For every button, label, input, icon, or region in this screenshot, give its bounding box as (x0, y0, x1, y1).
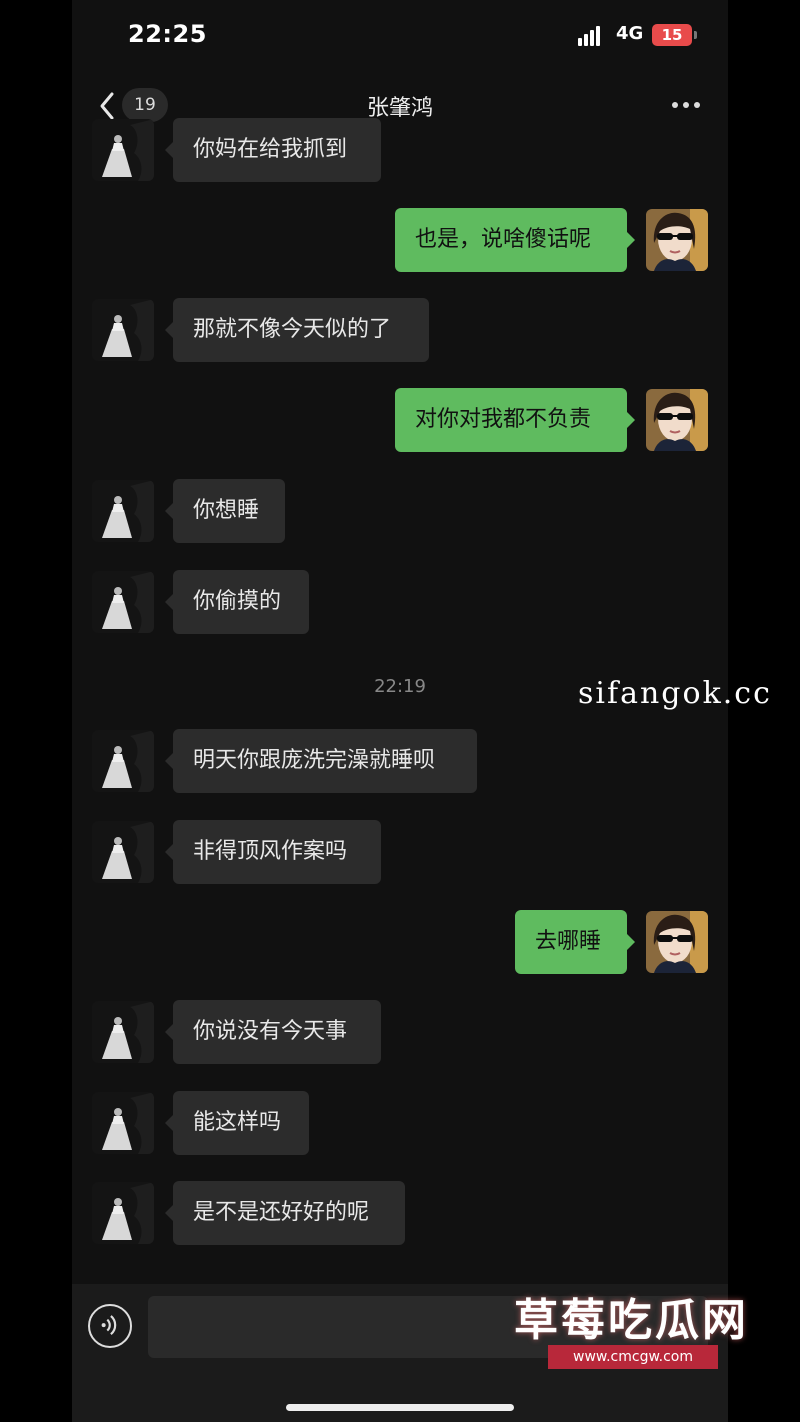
message-bubble[interactable]: 那就不像今天似的了 (165, 298, 429, 362)
message-bubble[interactable]: 去哪睡 (515, 910, 635, 974)
message-bubble[interactable]: 你偷摸的 (165, 570, 309, 634)
message-bubble[interactable]: 是不是还好好的呢 (165, 1181, 405, 1245)
message-bubble[interactable]: 明天你跟庞洗完澡就睡呗 (165, 729, 477, 793)
message-bubble[interactable]: 也是，说啥傻话呢 (395, 208, 635, 272)
contact-avatar[interactable] (92, 821, 154, 883)
message-bubble[interactable]: 你妈在给我抓到 (165, 118, 381, 182)
my-avatar[interactable] (646, 389, 708, 451)
contact-avatar[interactable] (92, 480, 154, 542)
signal-icon (578, 24, 608, 46)
watermark-url: www.cmcgw.com (548, 1345, 718, 1369)
more-options-icon[interactable] (672, 102, 700, 110)
incoming-message: 是不是还好好的呢 (72, 1181, 728, 1245)
chat-screen: 22:25 4G 15 19 张肇鸿 你妈在给我抓到 也是，说啥傻话呢 那就不像今天… (72, 0, 728, 1422)
message-bubble[interactable]: 对你对我都不负责 (395, 388, 635, 452)
contact-avatar[interactable] (92, 1092, 154, 1154)
contact-avatar[interactable] (92, 1182, 154, 1244)
incoming-message: 能这样吗 (72, 1091, 728, 1155)
voice-input-icon[interactable] (88, 1304, 132, 1348)
incoming-message: 那就不像今天似的了 (72, 298, 728, 362)
incoming-message: 你想睡 (72, 479, 728, 543)
message-bubble[interactable]: 非得顶风作案吗 (165, 820, 381, 884)
status-bar: 22:25 4G 15 (72, 0, 728, 70)
network-type: 4G (616, 23, 644, 44)
watermark-brand: 草莓吃瓜网 (514, 1295, 749, 1346)
message-bubble[interactable]: 你说没有今天事 (165, 1000, 381, 1064)
contact-avatar[interactable] (92, 119, 154, 181)
incoming-message: 你偷摸的 (72, 570, 728, 634)
contact-avatar[interactable] (92, 1001, 154, 1063)
outgoing-message: 对你对我都不负责 (72, 388, 728, 452)
outgoing-message: 去哪睡 (72, 910, 728, 974)
status-time: 22:25 (128, 20, 207, 48)
incoming-message: 非得顶风作案吗 (72, 820, 728, 884)
incoming-message: 明天你跟庞洗完澡就睡呗 (72, 729, 728, 793)
message-bubble[interactable]: 你想睡 (165, 479, 285, 543)
contact-avatar[interactable] (92, 730, 154, 792)
my-avatar[interactable] (646, 911, 708, 973)
outgoing-message: 也是，说啥傻话呢 (72, 208, 728, 272)
watermark-site: sifangok.cc (578, 676, 772, 711)
my-avatar[interactable] (646, 209, 708, 271)
message-bubble[interactable]: 能这样吗 (165, 1091, 309, 1155)
contact-avatar[interactable] (92, 571, 154, 633)
home-indicator[interactable] (286, 1404, 514, 1411)
incoming-message: 你妈在给我抓到 (72, 118, 728, 182)
incoming-message: 你说没有今天事 (72, 1000, 728, 1064)
battery-level: 15 (661, 26, 683, 44)
contact-avatar[interactable] (92, 299, 154, 361)
battery-icon: 15 (652, 24, 697, 46)
